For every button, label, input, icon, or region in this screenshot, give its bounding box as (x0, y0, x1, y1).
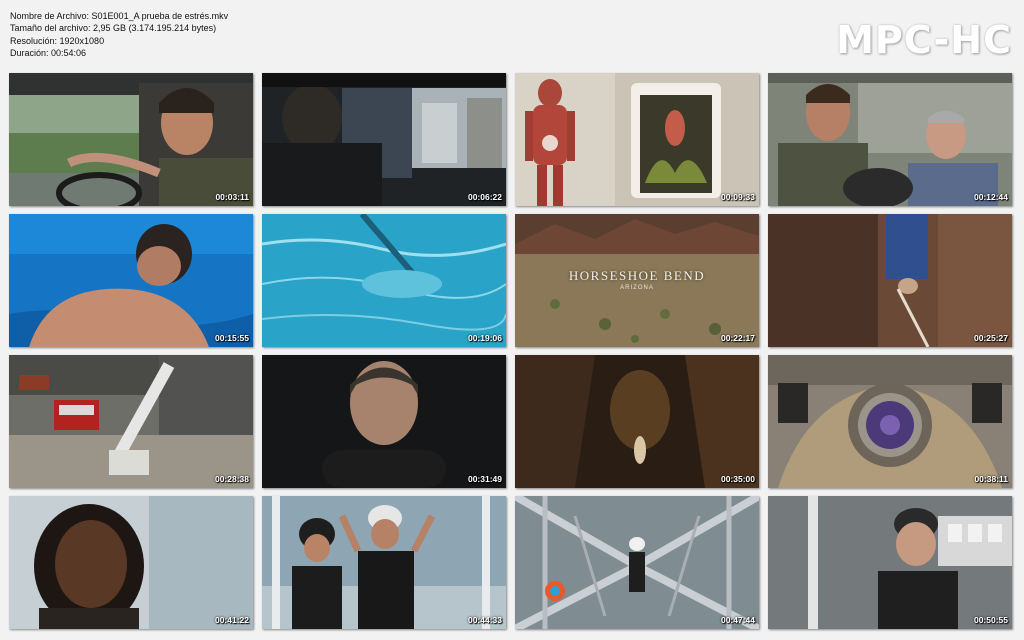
smiling-man-helmet-scene (768, 496, 1012, 629)
timestamp-14: 00:44:33 (467, 615, 502, 625)
telescope-device-scene (768, 355, 1012, 488)
timestamp-5: 00:15:55 (214, 333, 249, 343)
canyon-rope-scene (768, 214, 1012, 347)
thumbnail-5[interactable]: 00:15:55 (9, 214, 253, 347)
timestamp-11: 00:35:00 (720, 474, 755, 484)
timestamp-10: 00:31:49 (467, 474, 502, 484)
timestamp-2: 00:06:22 (467, 192, 502, 202)
thumbnail-11[interactable]: 00:35:00 (515, 355, 759, 488)
steel-structure-scene (515, 496, 759, 629)
thumbnail-14[interactable]: 00:44:33 (262, 496, 506, 629)
file-info: Nombre de Archivo: S01E001_A prueba de e… (10, 10, 228, 60)
timestamp-7: 00:22:17 (720, 333, 755, 343)
thumbnail-8[interactable]: 00:25:27 (768, 214, 1012, 347)
pool-swimmer-scene (9, 214, 253, 347)
thumbnail-6[interactable]: 00:19:06 (262, 214, 506, 347)
dark-canyon-scene (515, 355, 759, 488)
thumbnail-10[interactable]: 00:31:49 (262, 355, 506, 488)
thumbnail-16[interactable]: 00:50:55 (768, 496, 1012, 629)
timestamp-16: 00:50:55 (973, 615, 1008, 625)
underwater-pool-scene (262, 214, 506, 347)
fire-truck-yard-scene (9, 355, 253, 488)
mpc-hc-logo: MPC-HC (836, 18, 1012, 62)
thumbnail-13[interactable]: 00:41:22 (9, 496, 253, 629)
thumbnail-1[interactable]: 00:03:11 (9, 73, 253, 206)
timestamp-13: 00:41:22 (214, 615, 249, 625)
timestamp-4: 00:12:44 (973, 192, 1008, 202)
location-subtitle: ARIZONA (620, 285, 654, 291)
thumbnail-2[interactable]: 00:06:22 (262, 73, 506, 206)
thumbnail-3[interactable]: 00:09:33 (515, 73, 759, 206)
two-men-talking-scene (768, 73, 1012, 206)
file-size-line: Tamaño del archivo: 2,95 GB (3.174.195.2… (10, 23, 217, 34)
timestamp-12: 00:38:11 (974, 474, 1008, 484)
thumbnail-4[interactable]: 00:12:44 (768, 73, 1012, 206)
thumbnail-7[interactable]: HORSESHOE BEND ARIZONA 00:22:17 (515, 214, 759, 347)
thumbnail-12[interactable]: 00:38:11 (768, 355, 1012, 488)
woman-interview-scene (262, 355, 506, 488)
car-driver-scene (9, 73, 253, 206)
timestamp-15: 00:47:44 (720, 615, 755, 625)
timestamp-9: 00:28:38 (214, 474, 249, 484)
anatomy-poster-scene (515, 73, 759, 206)
thumbnail-15[interactable]: 00:47:44 (515, 496, 759, 629)
resolution-line: Resolución: 1920x1080 (10, 35, 105, 46)
timestamp-3: 00:09:33 (720, 192, 755, 202)
timestamp-6: 00:19:06 (467, 333, 502, 343)
duration-line: Duración: 00:54:06 (10, 48, 87, 59)
car-interior-scene (262, 73, 506, 206)
climbers-harness-scene (262, 496, 506, 629)
woman-portrait-scene (9, 496, 253, 629)
timestamp-1: 00:03:11 (215, 192, 249, 202)
timestamp-8: 00:25:27 (973, 333, 1008, 343)
file-name-line: Nombre de Archivo: S01E001_A prueba de e… (10, 11, 229, 21)
location-title: HORSESHOE BEND (568, 268, 706, 283)
thumbnail-9[interactable]: 00:28:38 (9, 355, 253, 488)
